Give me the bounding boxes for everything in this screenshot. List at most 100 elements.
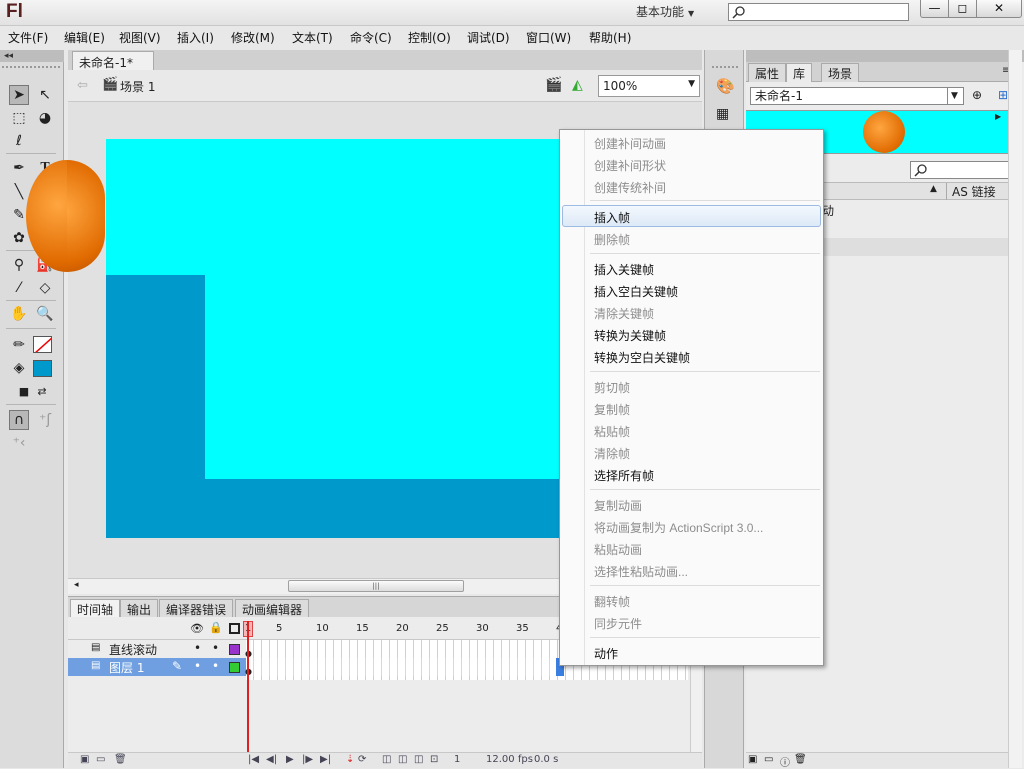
menu-item-copy-motion-as-as3[interactable]: 将动画复制为 ActionScript 3.0... (594, 519, 763, 536)
menu-item-clear-frames[interactable]: 清除帧 (594, 445, 630, 462)
menu-item-create-motion-tween[interactable]: 创建补间动画 (594, 135, 666, 152)
edit-scene-icon[interactable]: 🎬 (545, 77, 562, 93)
playhead[interactable] (247, 621, 249, 752)
document-tab[interactable]: 未命名-1* × (72, 51, 154, 85)
zoom-select[interactable]: 100% ▼ (598, 75, 700, 97)
layer-outline-color[interactable] (229, 644, 240, 655)
layer-lock-dot[interactable]: • (212, 641, 219, 655)
tab-timeline[interactable]: 时间轴 (70, 599, 121, 617)
menu-item-convert-to-blank-keyframes[interactable]: 转换为空白关键帧 (594, 349, 690, 366)
delete-layer-icon[interactable]: 🗑 (114, 754, 127, 765)
layer-outline-color[interactable] (229, 662, 240, 673)
swatches-panel-icon[interactable]: ▦ (716, 106, 729, 122)
step-back-icon[interactable]: ◀| (266, 754, 277, 765)
bone-tool-icon[interactable]: ⚲ (9, 255, 29, 275)
menu-modify[interactable]: 修改(M) (231, 29, 275, 46)
last-frame-icon[interactable]: ▶| (320, 754, 331, 765)
menu-view[interactable]: 视图(V) (119, 29, 161, 46)
smooth-icon[interactable]: ⁺ʃ (35, 410, 55, 430)
workspace-switcher[interactable]: 基本功能 ▼ (636, 3, 712, 21)
layer-visible-dot[interactable]: • (194, 659, 201, 673)
pin-library-icon[interactable]: ⊕ (972, 88, 982, 102)
new-library-panel-icon[interactable]: ⊞ (998, 88, 1008, 102)
menu-item-convert-to-keyframes[interactable]: 转换为关键帧 (594, 327, 666, 344)
onion-skin-icon[interactable]: ◫ (382, 754, 391, 765)
panel-grip[interactable] (712, 66, 738, 72)
menu-file[interactable]: 文件(F) (8, 29, 48, 46)
color-panel-icon[interactable]: 🎨 (716, 77, 735, 95)
snap-to-objects-icon[interactable]: ∩ (9, 410, 29, 430)
menu-commands[interactable]: 命令(C) (350, 29, 392, 46)
scroll-left-icon[interactable]: ◂ (74, 580, 79, 590)
layer-row[interactable]: ▤ 直线滚动 • • (68, 640, 246, 658)
subselection-tool-icon[interactable]: ↖ (35, 85, 55, 105)
fill-color-icon[interactable]: ◈ (9, 358, 29, 378)
menu-item-insert-keyframe[interactable]: 插入关键帧 (594, 261, 654, 278)
eraser-tool-icon[interactable]: ◇ (35, 278, 55, 298)
menu-item-copy-frames[interactable]: 复制帧 (594, 401, 630, 418)
default-colors-icon[interactable]: ■ (14, 381, 34, 401)
outline-all-icon[interactable] (229, 623, 240, 634)
menu-item-create-shape-tween[interactable]: 创建补间形状 (594, 157, 666, 174)
menu-item-clear-keyframe[interactable]: 清除关键帧 (594, 305, 654, 322)
menu-item-cut-frames[interactable]: 剪切帧 (594, 379, 630, 396)
menu-help[interactable]: 帮助(H) (589, 29, 631, 46)
new-folder-icon[interactable]: ▭ (764, 754, 773, 765)
tools-panel-header[interactable]: ◂◂ (0, 50, 64, 62)
pen-tool-icon[interactable]: ✒ (9, 158, 29, 178)
layer-name[interactable]: 图层 1 (109, 659, 144, 676)
help-search-input[interactable] (728, 3, 909, 21)
menu-item-actions[interactable]: 动作 (594, 645, 618, 662)
lock-all-icon[interactable]: 🔒 (209, 621, 223, 634)
menu-insert[interactable]: 插入(I) (177, 29, 214, 46)
layer-name[interactable]: 直线滚动 (109, 641, 157, 658)
menu-item-select-all-frames[interactable]: 选择所有帧 (594, 467, 654, 484)
menu-item-insert-blank-keyframe[interactable]: 插入空白关键帧 (594, 283, 678, 300)
tab-library[interactable]: 库 (786, 63, 813, 82)
lasso-tool-icon[interactable]: ℓ (9, 131, 29, 151)
tab-scene[interactable]: 场景 (821, 63, 860, 82)
sort-icon[interactable]: ▲ (930, 184, 937, 194)
play-preview-icon[interactable]: ▶ (995, 112, 1001, 121)
menu-item-remove-frames[interactable]: 删除帧 (594, 231, 630, 248)
stroke-color-icon[interactable]: ✏ (9, 335, 29, 355)
panel-grip[interactable] (2, 66, 60, 74)
straighten-icon[interactable]: ⁺‹ (9, 433, 29, 453)
minimize-button[interactable]: — (920, 0, 949, 18)
menu-control[interactable]: 控制(O) (408, 29, 451, 46)
right-vertical-scrollbar[interactable] (1008, 50, 1022, 768)
free-transform-tool-icon[interactable]: ⬚ (9, 108, 29, 128)
edit-multiple-frames-icon[interactable]: ◫ (414, 754, 423, 765)
properties-icon[interactable]: ⓘ (780, 754, 790, 769)
menu-item-create-classic-tween[interactable]: 创建传统补间 (594, 179, 666, 196)
library-document-select[interactable]: 未命名-1 ▼ (750, 87, 964, 105)
fill-color-swatch[interactable] (33, 360, 52, 377)
step-forward-icon[interactable]: |▶ (302, 754, 313, 765)
eyedropper-tool-icon[interactable]: ⁄ (9, 278, 29, 298)
swap-colors-icon[interactable]: ⇄ (32, 381, 52, 401)
blue-shape[interactable] (104, 275, 205, 538)
center-frame-icon[interactable]: ⇣ (346, 754, 354, 765)
menu-item-synchronize-symbols[interactable]: 同步元件 (594, 615, 642, 632)
close-button[interactable]: ✕ (976, 0, 1022, 18)
library-search-input[interactable] (910, 161, 1018, 179)
menu-item-copy-motion[interactable]: 复制动画 (594, 497, 642, 514)
tab-properties[interactable]: 属性 (748, 63, 787, 82)
scrollbar-thumb[interactable]: ||| (288, 580, 464, 592)
modify-markers-icon[interactable]: ⊡ (430, 754, 438, 765)
new-layer-icon[interactable]: ▣ (80, 754, 89, 765)
onion-outlines-icon[interactable]: ◫ (398, 754, 407, 765)
line-tool-icon[interactable]: ╲ (9, 182, 29, 202)
layer-lock-dot[interactable]: • (212, 659, 219, 673)
menu-edit[interactable]: 编辑(E) (64, 29, 105, 46)
frame-rate[interactable]: 12.00 fps (486, 754, 533, 765)
selection-tool-icon[interactable]: ➤ (9, 85, 29, 105)
layer-row-selected[interactable]: ▤ 图层 1 ✎ • • (68, 658, 246, 676)
blue-shape-bottom[interactable] (205, 479, 560, 538)
menu-debug[interactable]: 调试(D) (467, 29, 510, 46)
first-frame-icon[interactable]: |◀ (248, 754, 259, 765)
layer-visible-dot[interactable]: • (194, 641, 201, 655)
menu-window[interactable]: 窗口(W) (526, 29, 571, 46)
stroke-color-swatch[interactable] (33, 336, 52, 353)
tab-motion-editor[interactable]: 动画编辑器 (235, 599, 310, 617)
